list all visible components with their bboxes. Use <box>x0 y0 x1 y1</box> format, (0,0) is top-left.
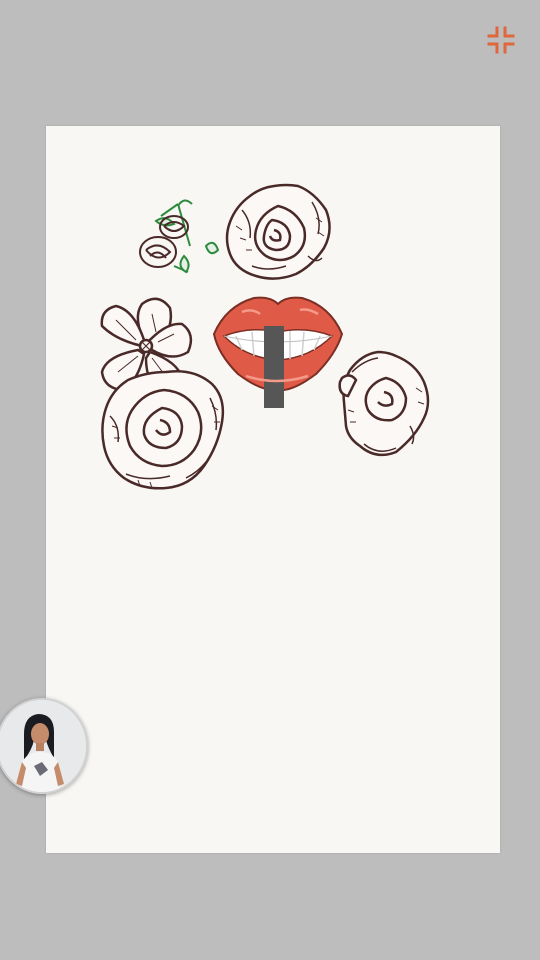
large-rose-sketch[interactable] <box>101 370 225 490</box>
exit-fullscreen-icon <box>487 26 515 54</box>
rose-sketch[interactable] <box>225 183 331 280</box>
lips-sticker[interactable] <box>212 296 344 408</box>
artboard[interactable] <box>46 126 500 853</box>
presenter-avatar[interactable] <box>0 698 88 794</box>
small-rose-sketch[interactable] <box>338 350 430 457</box>
exit-fullscreen-button[interactable] <box>483 22 519 58</box>
presenter-avatar-icon <box>0 700 86 792</box>
flower-buds-sketch[interactable] <box>139 199 220 274</box>
